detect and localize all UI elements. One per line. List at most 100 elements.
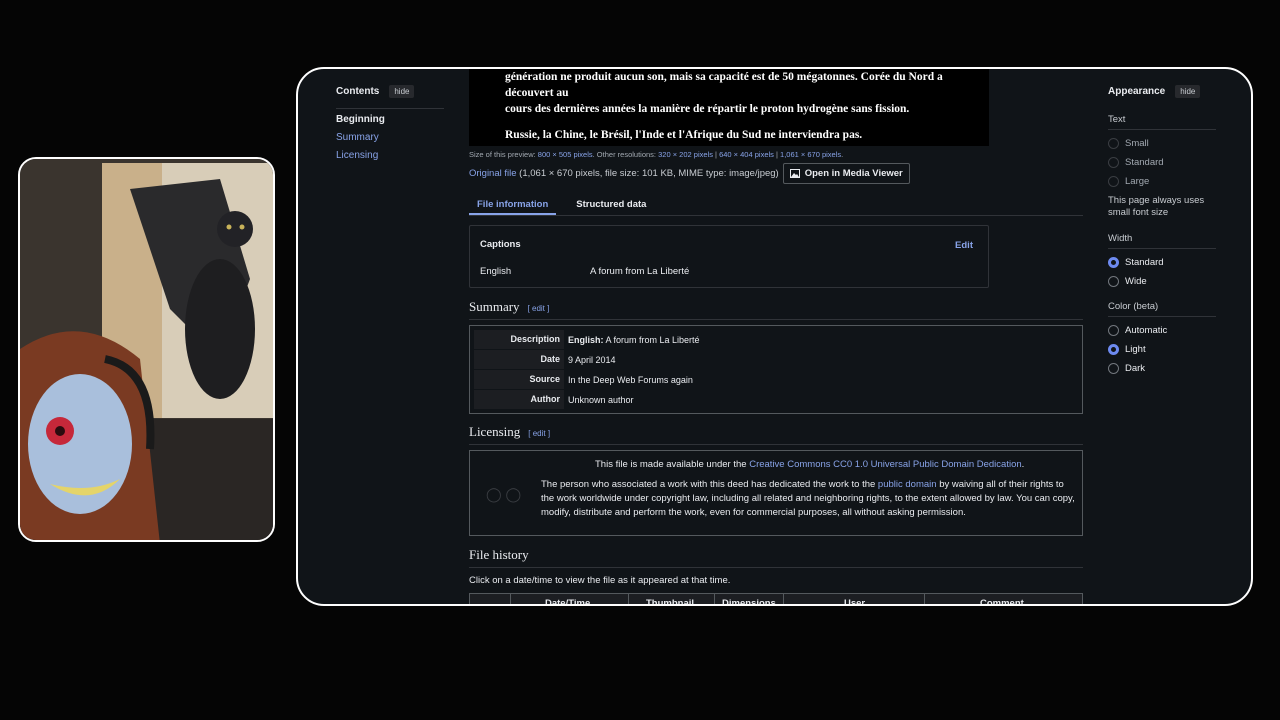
cc0-license-link[interactable]: Creative Commons CC0 1.0 Universal Publi… — [749, 459, 1021, 470]
preview-text-line1: génération ne produit aucun son, mais sa… — [505, 71, 943, 99]
appearance-title: Appearance — [1108, 86, 1166, 97]
text-option-standard[interactable]: Standard — [1108, 157, 1216, 168]
description-text: A forum from La Liberté — [605, 334, 700, 345]
color-option-light[interactable]: Light — [1108, 344, 1216, 355]
license-box: ◯ ◯ This file is made available under th… — [469, 450, 1083, 536]
toc-divider — [336, 108, 444, 109]
text-size-label: Text — [1108, 114, 1216, 130]
column-thumbnail: Thumbnail — [646, 598, 695, 606]
resolution-link-3[interactable]: 1,061 × 670 pixels — [780, 150, 841, 159]
table-row: Author Unknown author — [474, 390, 1078, 409]
preview-size-label: Size of this preview: — [469, 150, 536, 159]
column-user: User — [844, 598, 866, 606]
public-domain-link[interactable]: public domain — [878, 479, 937, 490]
radio-button[interactable] — [1108, 157, 1119, 168]
file-history-title: File history — [469, 547, 529, 562]
preview-text-line3: Russie, la Chine, le Brésil, l'Inde et l… — [505, 129, 863, 141]
width-option-standard[interactable]: Standard — [1108, 257, 1216, 268]
license-para-prefix: The person who associated a work with th… — [541, 479, 876, 490]
column-divider — [628, 594, 629, 604]
appearance-header: Appearance hide — [1108, 85, 1216, 98]
license-suffix: . — [1021, 459, 1025, 470]
caption-value: A forum from La Liberté — [590, 266, 690, 277]
license-paragraph: The person who associated a work with th… — [541, 478, 1077, 520]
summary-key-source: Source — [474, 370, 564, 389]
file-history-note: Click on a date/time to view the file as… — [469, 575, 731, 586]
summary-key-date: Date — [474, 350, 564, 369]
summary-key-description: Description — [474, 330, 564, 349]
summary-heading: Summary [ edit ] — [469, 299, 1083, 320]
original-file-row: Original file (1,061 × 670 pixels, file … — [469, 163, 910, 184]
radio-button[interactable] — [1108, 176, 1119, 187]
summary-value-date: 9 April 2014 — [568, 354, 616, 365]
resolution-link-2[interactable]: 640 × 404 pixels — [719, 150, 774, 159]
language-prefix: English: — [568, 334, 604, 345]
original-file-details: (1,061 × 670 pixels, file size: 101 KB, … — [519, 168, 779, 179]
caption-language: English — [480, 266, 512, 277]
preview-meta: Size of this preview: 800 × 505 pixels. … — [469, 150, 844, 159]
file-tabs: File information Structured data — [469, 196, 1083, 216]
tab-file-information[interactable]: File information — [469, 196, 557, 215]
column-dimensions: Dimensions — [722, 598, 776, 606]
radio-button-selected[interactable] — [1108, 344, 1119, 355]
width-label: Width — [1108, 233, 1216, 249]
color-label: Color (beta) — [1108, 301, 1216, 317]
appearance-hide-button[interactable]: hide — [1175, 85, 1201, 98]
summary-edit-link[interactable]: [ edit ] — [528, 304, 550, 313]
toc-hide-button[interactable]: hide — [389, 85, 415, 98]
appearance-panel: Appearance hide Text Small Standard Larg… — [1108, 85, 1216, 382]
table-row: Date 9 April 2014 — [474, 350, 1078, 369]
text-option-large[interactable]: Large — [1108, 176, 1216, 187]
licensing-edit-link[interactable]: [ edit ] — [528, 429, 550, 438]
preview-text-line2: cours des dernières années la manière de… — [505, 103, 910, 115]
image-icon — [789, 169, 800, 178]
option-label: Standard — [1125, 157, 1164, 168]
option-label: Light — [1125, 344, 1146, 355]
color-option-automatic[interactable]: Automatic — [1108, 325, 1216, 336]
summary-table: Description English: A forum from La Lib… — [469, 325, 1083, 414]
column-divider — [783, 594, 784, 604]
captions-title: Captions — [480, 239, 521, 250]
column-comment: Comment — [980, 598, 1024, 606]
text-option-small[interactable]: Small — [1108, 138, 1216, 149]
file-history-table-header: Date/Time Thumbnail Dimensions User Comm… — [469, 593, 1083, 606]
toc-title: Contents — [336, 86, 380, 97]
toc-item-beginning[interactable]: Beginning — [336, 114, 444, 125]
radio-button[interactable] — [1108, 276, 1119, 287]
option-label: Wide — [1125, 276, 1147, 287]
column-divider — [510, 594, 511, 604]
original-file-link[interactable]: Original file — [469, 168, 517, 179]
license-line: This file is made available under the Cr… — [595, 458, 1024, 472]
table-row: Source In the Deep Web Forums again — [474, 370, 1078, 389]
radio-button[interactable] — [1108, 138, 1119, 149]
image-preview[interactable]: génération ne produit aucun son, mais sa… — [469, 69, 989, 146]
toc-item-summary[interactable]: Summary — [336, 132, 444, 143]
meta-suffix: . — [841, 150, 844, 159]
width-option-wide[interactable]: Wide — [1108, 276, 1216, 287]
column-divider — [924, 594, 925, 604]
option-label: Large — [1125, 176, 1150, 187]
license-prefix: This file is made available under the — [595, 459, 747, 470]
preview-size-link[interactable]: 800 × 505 pixels — [538, 150, 593, 159]
option-label: Dark — [1125, 363, 1146, 374]
radio-button-selected[interactable] — [1108, 257, 1119, 268]
column-date-time: Date/Time — [545, 598, 591, 606]
resolution-link-1[interactable]: 320 × 202 pixels — [658, 150, 713, 159]
option-label: Automatic — [1125, 325, 1168, 336]
tab-structured-data[interactable]: Structured data — [568, 196, 654, 215]
open-media-viewer-button[interactable]: Open in Media Viewer — [782, 163, 910, 184]
media-viewer-label: Open in Media Viewer — [804, 168, 903, 179]
column-divider — [714, 594, 715, 604]
summary-title: Summary — [469, 299, 520, 314]
captions-box: Captions Edit English A forum from La Li… — [469, 225, 989, 288]
licensing-heading: Licensing [ edit ] — [469, 424, 1083, 445]
color-option-dark[interactable]: Dark — [1108, 363, 1216, 374]
radio-button[interactable] — [1108, 363, 1119, 374]
option-label: Small — [1125, 138, 1149, 149]
radio-button[interactable] — [1108, 325, 1119, 336]
table-of-contents: Contents hide Beginning Summary Licensin… — [336, 85, 444, 168]
toc-item-licensing[interactable]: Licensing — [336, 150, 444, 161]
table-row: Description English: A forum from La Lib… — [474, 330, 1078, 349]
captions-edit-button[interactable]: Edit — [955, 240, 973, 251]
option-label: Standard — [1125, 257, 1164, 268]
